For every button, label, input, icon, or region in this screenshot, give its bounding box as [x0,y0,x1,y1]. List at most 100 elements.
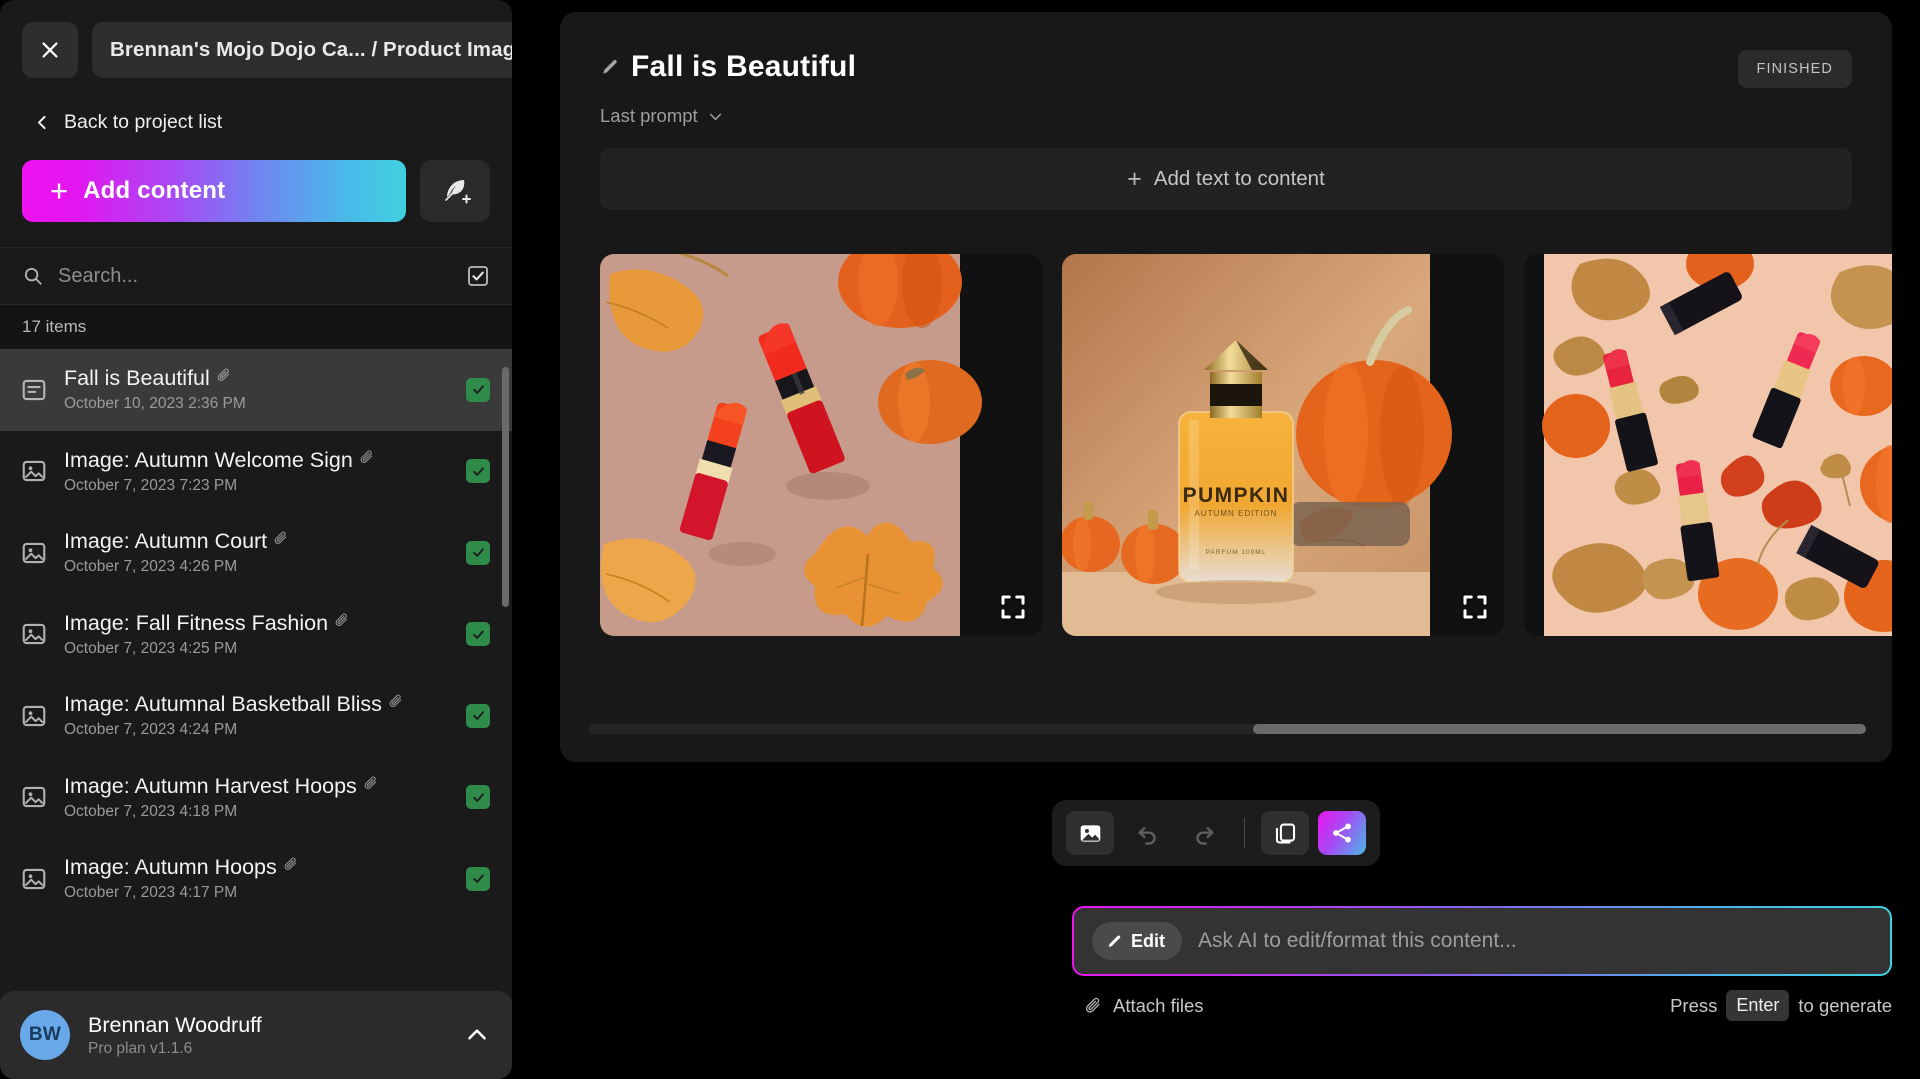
duplicate-button[interactable] [1261,811,1309,855]
list-item-date: October 7, 2023 4:26 PM [64,558,238,576]
list-item-checked-badge[interactable] [466,866,490,891]
last-prompt-dropdown[interactable]: Last prompt [560,88,724,127]
expand-icon[interactable] [1460,592,1490,622]
svg-text:AUTUMN EDITION: AUTUMN EDITION [1195,509,1278,518]
redo-button[interactable] [1180,811,1228,855]
list-item-checked-badge[interactable] [466,785,490,810]
profile-name: Brennan Woodruff [88,1012,262,1037]
insert-image-button[interactable] [1066,811,1114,855]
list-item[interactable]: Image: Fall Fitness Fashion October 7, 2… [0,594,512,676]
list-item-body: Image: Autumn Harvest Hoops October 7, 2… [64,774,450,821]
check-icon [472,793,484,802]
list-item-date: October 7, 2023 4:18 PM [64,802,238,820]
main-area: Fall is Beautiful FINISHED Last prompt +… [512,0,1920,1079]
image-icon [22,787,46,808]
chevron-up-icon[interactable] [464,1022,490,1048]
back-to-project-list-link[interactable]: Back to project list [22,78,490,134]
back-link-label: Back to project list [64,111,223,133]
list-item-title-row: Image: Autumn Hoops [64,855,450,880]
add-text-to-content-button[interactable]: + Add text to content [600,148,1852,210]
svg-text:PARFUM 100ML: PARFUM 100ML [1206,549,1267,556]
profile-body: Brennan Woodruff Pro plan v1.1.6 [88,1013,446,1058]
image-gallery: PUMPKIN AUTUMN EDITION PARFUM 100ML [560,254,1892,636]
list-item-checked-badge[interactable] [466,703,490,728]
paperclip-icon [284,857,296,871]
content-header: Fall is Beautiful FINISHED [560,12,1892,88]
pencil-icon [603,59,617,74]
share-button[interactable] [1318,811,1366,855]
project-selector[interactable]: Brennan's Mojo Dojo Ca... / Product Imag… [92,22,512,78]
chevron-left-icon [38,115,46,130]
redo-icon [1195,826,1214,845]
list-item[interactable]: Image: Autumn Harvest Hoops October 7, 2… [0,757,512,839]
pencil-icon [1108,935,1121,947]
content-title-wrap[interactable]: Fall is Beautiful [600,50,1738,84]
list-item-date: October 7, 2023 4:17 PM [64,884,238,902]
list-item-date: October 7, 2023 4:24 PM [64,721,238,739]
check-icon [472,548,484,558]
project-selector-label: Brennan's Mojo Dojo Ca... / Product Imag… [110,38,512,61]
status-badge: FINISHED [1737,50,1852,88]
svg-text:PUMPKIN: PUMPKIN [1183,484,1290,507]
image-icon [22,868,46,889]
image-icon [22,542,46,563]
expand-icon[interactable] [998,592,1028,622]
attach-files-button[interactable]: Attach files [1084,995,1204,1017]
add-text-plus: + [1127,165,1142,193]
list-item[interactable]: Image: Autumn Hoops October 7, 2023 4:17… [0,838,512,920]
image-icon [1080,824,1100,842]
search-bar [0,247,512,305]
hint-key: Enter [1726,990,1790,1021]
last-prompt-label: Last prompt [600,105,698,126]
share-icon [1333,823,1351,843]
prompt-mode-button[interactable]: Edit [1092,922,1182,960]
select-all-checkbox-icon[interactable] [466,264,490,288]
list-item-title: Image: Autumn Welcome Sign [64,447,353,472]
list-item-checked-badge[interactable] [466,622,490,647]
list-item-title-row: Image: Autumn Court [64,529,450,554]
paperclip-icon [1085,997,1100,1013]
add-content-plus: + [50,172,69,208]
list-item-body: Image: Autumnal Basketball Bliss October… [64,692,450,739]
close-button[interactable] [22,22,78,78]
check-icon [472,874,484,884]
gallery-scrollbar-track[interactable] [588,724,1866,734]
list-item-checked-badge[interactable] [466,377,490,402]
add-content-button[interactable]: + Add content [22,160,406,222]
add-text-label: Add text to content [1153,167,1325,190]
profile-plan: Pro plan v1.1.6 [88,1039,193,1057]
list-item-body: Image: Autumn Welcome Sign October 7, 20… [64,448,450,495]
list-item-title-row: Image: Autumn Harvest Hoops [64,774,450,799]
sidebar-scrollbar-thumb[interactable] [502,367,509,607]
thumbnail-image [600,254,1042,636]
gallery-thumbnail[interactable] [1524,254,1892,636]
user-profile[interactable]: BW Brennan Woodruff Pro plan v1.1.6 [0,991,512,1079]
paperclip-icon [274,531,287,545]
list-item-body: Image: Fall Fitness Fashion October 7, 2… [64,611,450,658]
ai-prompt-inner: Edit [1074,908,1890,974]
gallery-scrollbar-thumb[interactable] [1252,724,1866,734]
list-item-title: Image: Autumn Harvest Hoops [64,773,357,798]
check-icon [472,630,484,639]
list-item[interactable]: Image: Autumnal Basketball Bliss October… [0,675,512,757]
list-item[interactable]: Image: Autumn Court October 7, 2023 4:26… [0,512,512,594]
paperclip-icon [217,368,230,382]
list-item[interactable]: Image: Autumn Welcome Sign October 7, 20… [0,431,512,513]
hint-prefix: Press [1670,994,1718,1016]
editor-toolbar [1052,800,1380,866]
list-item-checked-badge[interactable] [466,540,490,565]
list-item-title: Fall is Beautiful [64,366,210,391]
search-input[interactable] [58,264,452,288]
chevron-down-icon [709,113,721,120]
undo-button[interactable] [1123,811,1171,855]
prompt-input[interactable] [1198,929,1872,953]
list-item-body: Image: Autumn Hoops October 7, 2023 4:17… [64,855,450,902]
list-item-checked-badge[interactable] [466,459,490,484]
gallery-thumbnail[interactable] [600,254,1042,636]
list-item-title: Image: Autumnal Basketball Bliss [64,692,382,717]
quick-write-button[interactable] [420,160,490,222]
gallery-thumbnail[interactable]: PUMPKIN AUTUMN EDITION PARFUM 100ML [1062,254,1504,636]
list-item[interactable]: Fall is Beautiful October 10, 2023 2:36 … [0,349,512,431]
feather-plus-icon [445,180,471,204]
document-icon [22,379,46,400]
